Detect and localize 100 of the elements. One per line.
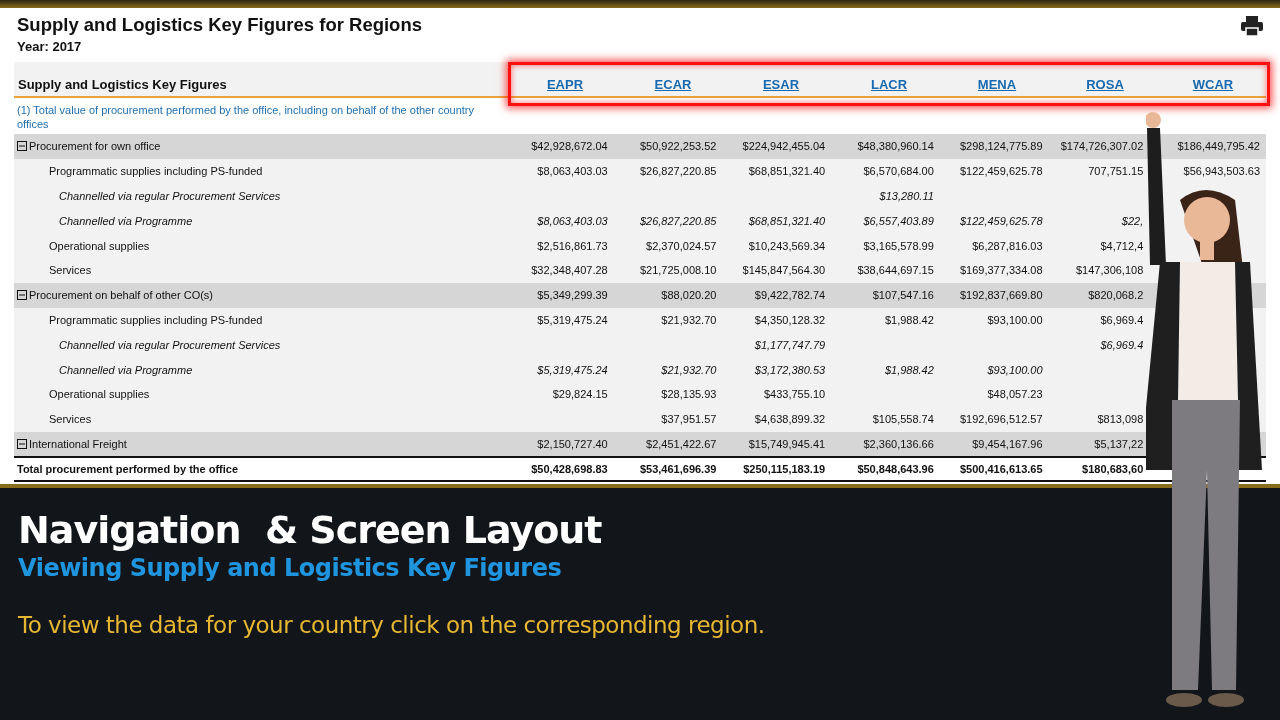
table-cell: $50,848,643.96	[857, 463, 934, 476]
row-label: Procurement for own office	[29, 140, 161, 153]
printer-icon[interactable]	[1241, 16, 1263, 36]
row-label: Procurement on behalf of other CO(s)	[29, 289, 214, 302]
table-cell: $32,348,407.28	[531, 264, 608, 277]
row-label: Operational supplies	[49, 388, 150, 401]
table-cell: $13,280.11	[879, 190, 934, 202]
region-link[interactable]: MENA	[977, 76, 1017, 92]
table-cell: $53,461,696.39	[639, 463, 717, 476]
table-cell: $147,306,108	[1076, 264, 1144, 277]
table-cell: $3,172,380.53	[754, 363, 826, 376]
caption-subtitle: Viewing Supply and Logistics Key Figures	[18, 554, 563, 582]
table-cell: $186,449,795.42	[1177, 140, 1260, 153]
table-cell: $122,459,625.78	[959, 165, 1043, 178]
row-label: Programmatic supplies including PS-funded	[49, 313, 263, 326]
table-cell: $4,712,4	[1100, 239, 1144, 252]
table-cell: $29,824.15	[552, 388, 608, 401]
table-cell: $26,827,220.85	[639, 165, 717, 178]
table-cell: $2,451,422.67	[646, 437, 717, 450]
row-label: Programmatic supplies including PS-funded	[49, 165, 263, 178]
table-cell: $1,988.42	[884, 313, 934, 326]
region-link[interactable]: EAPR	[546, 76, 584, 92]
table-cell: $192,696,512.57	[959, 413, 1043, 426]
region-link[interactable]: LACR	[870, 76, 908, 92]
table-cell: $8,063,403.03	[537, 165, 608, 178]
table-cell: $26,827,220.85	[639, 214, 717, 227]
table-cell: $88,020.20	[661, 289, 717, 302]
row-label: Services	[49, 264, 92, 277]
table-cell: $4,638,899.32	[754, 413, 826, 426]
collapse-icon[interactable]	[17, 290, 27, 301]
table-cell: $15,749,945.41	[748, 437, 826, 450]
table-cell: $5,319,475.24	[537, 313, 608, 326]
table-cell: $250,115,183.19	[743, 463, 826, 476]
table-heading: Supply and Logistics Key Figures	[17, 76, 228, 92]
region-link[interactable]: ECAR	[654, 76, 692, 92]
table-cell: $48,057.23	[987, 388, 1043, 401]
table-cell: $9,422,782.74	[754, 289, 826, 302]
table-cell: $6,969.4	[1100, 338, 1144, 351]
table-cell: $1,988.42	[884, 363, 934, 376]
table-cell: $180,683,60	[1082, 463, 1144, 476]
table-cell: $56,943,503.63	[1183, 165, 1260, 178]
row-label: Channelled via regular Procurement Services	[59, 190, 281, 202]
table-cell: $6,287,816.03	[972, 239, 1043, 252]
report-year: Year: 2017	[17, 39, 83, 54]
table-cell: $105,558.74	[872, 413, 934, 426]
row-label: Total procurement performed by the office	[17, 463, 239, 476]
table-cell: $37,951.57	[661, 413, 717, 426]
table-cell: $2,360,136.66	[863, 437, 934, 450]
region-link[interactable]: WCAR	[1192, 76, 1234, 92]
caption-title: Navigation & Screen Layout	[18, 508, 603, 552]
table-cell: $21,932.70	[661, 313, 717, 326]
row-label: Services	[49, 413, 92, 426]
table-cell: $2,370,024.57	[646, 239, 717, 252]
table-cell: $5,137,22	[1094, 437, 1144, 450]
table-cell: $28,135.93	[661, 388, 717, 401]
table-cell: $174,726,307.02	[1060, 140, 1144, 153]
table-cell: $500,416,613.65	[959, 463, 1043, 476]
table-cell: $38,644,697.15	[857, 264, 934, 277]
table-cell: $298,124,775.89	[959, 140, 1043, 153]
table-cell: $813,098	[1097, 413, 1144, 426]
caption-text: To view the data for your country click on the corresponding region.	[18, 612, 766, 638]
row-label: Channelled via Programme	[59, 363, 193, 376]
table-cell: $5,319,475.24	[537, 363, 608, 376]
table-cell: $192,837,669.80	[959, 289, 1043, 302]
region-link[interactable]: ROSA	[1086, 76, 1124, 92]
table-cell: $224,942,455.04	[742, 140, 826, 153]
table-cell: $9,454,167.96	[972, 437, 1043, 450]
table-cell: $169,377,334.08	[959, 264, 1043, 277]
table-cell: $68,851,321.40	[748, 214, 826, 227]
table-cell: $6,570,684.00	[863, 165, 934, 178]
table-cell: $6,557,403.89	[863, 214, 934, 227]
table-cell: $145,847,564.30	[742, 264, 826, 277]
row-label: International Freight	[29, 437, 127, 450]
table-cell: $122,459,625.78	[959, 214, 1043, 227]
collapse-icon[interactable]	[17, 141, 27, 152]
table-cell: $6,969.4	[1100, 313, 1144, 326]
table-cell: $50,428,698.83	[531, 463, 608, 476]
row-label: Operational supplies	[49, 239, 150, 252]
row-label: Channelled via regular Procurement Services	[59, 338, 281, 351]
table-cell: $68,851,321.40	[748, 165, 826, 178]
collapse-icon[interactable]	[17, 438, 27, 449]
table-cell: $10,243,569.34	[748, 239, 826, 252]
region-link[interactable]: ESAR	[762, 76, 800, 92]
table-cell: $5,349,299.39	[537, 289, 608, 302]
table-cell: $93,100.00	[987, 313, 1043, 326]
table-cell: $50,922,253.52	[639, 140, 717, 153]
table-cell: $1,177,747.79	[754, 338, 826, 351]
row-label: Channelled via Programme	[59, 214, 193, 227]
table-cell: $820,068.2	[1088, 289, 1144, 302]
table-cell: $2,150,727.40	[537, 437, 608, 450]
table-cell: $3,165,578.99	[863, 239, 934, 252]
table-cell: $4,350,128.32	[754, 313, 826, 326]
table-cell: $107,547.16	[872, 289, 934, 302]
table-cell: $42,928,672.04	[531, 140, 608, 153]
table-cell: $21,725,008.10	[639, 264, 717, 277]
table-cell: $22,	[1121, 214, 1144, 227]
table-cell: $93,100.00	[987, 363, 1043, 376]
table-cell: $2,516,861.73	[537, 239, 608, 252]
table-cell: $21,932.70	[661, 363, 717, 376]
table-cell: $48,380,960.14	[857, 140, 934, 153]
